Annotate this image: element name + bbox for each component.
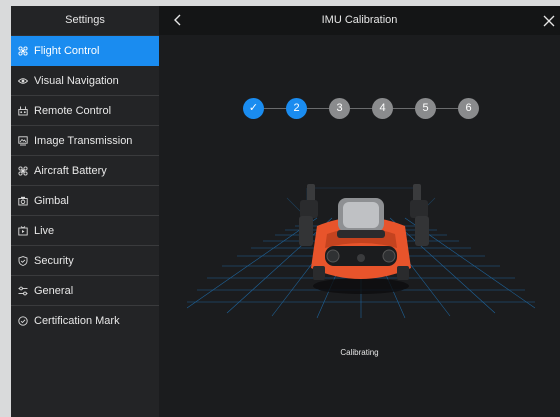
sidebar-item-certification-mark[interactable]: Certification Mark [11,306,159,335]
step-connector [350,108,372,109]
live-icon [18,225,28,236]
sidebar-item-gimbal[interactable]: Gimbal [11,186,159,216]
sidebar-item-label: Certification Mark [34,314,120,327]
drone-image [299,184,429,294]
battery-icon [18,165,28,176]
sidebar: Settings Flight Control Visual Navigatio… [11,6,159,417]
step-connector [393,108,415,109]
sidebar-item-image-transmission[interactable]: Image Transmission [11,126,159,156]
certification-icon [18,315,28,326]
eye-icon [18,76,28,86]
image-transmission-icon [18,135,28,146]
sidebar-item-flight-control[interactable]: Flight Control [11,36,159,66]
sidebar-item-label: Remote Control [34,104,112,117]
page-title: IMU Calibration [321,14,398,26]
step-2-current: 2 [286,98,307,119]
sidebar-item-general[interactable]: General [11,276,159,306]
sidebar-item-label: General [34,284,74,297]
step-1-done: ✓ [243,98,264,119]
step-3: 3 [329,98,350,119]
sidebar-item-remote-control[interactable]: Remote Control [11,96,159,126]
close-icon[interactable] [543,14,555,27]
calibration-stage [187,184,535,318]
sidebar-item-live[interactable]: Live [11,216,159,246]
step-indicator: ✓ 2 3 4 5 6 [243,98,483,119]
sliders-icon [18,286,28,296]
sidebar-item-label: Aircraft Battery [34,164,107,177]
step-5: 5 [415,98,436,119]
gimbal-icon [18,196,28,206]
sidebar-item-label: Live [34,224,55,237]
shield-icon [18,255,28,266]
step-connector [436,108,458,109]
sidebar-item-label: Visual Navigation [34,74,119,87]
sidebar-item-label: Flight Control [34,44,100,57]
sidebar-title: Settings [11,6,159,36]
app-window: Settings Flight Control Visual Navigatio… [11,6,560,417]
sidebar-item-label: Image Transmission [34,134,133,147]
step-6: 6 [458,98,479,119]
flight-control-icon [18,45,28,56]
step-4: 4 [372,98,393,119]
sidebar-item-visual-navigation[interactable]: Visual Navigation [11,66,159,96]
sidebar-item-security[interactable]: Security [11,246,159,276]
calibration-status: Calibrating [340,348,379,357]
sidebar-item-label: Gimbal [34,194,69,207]
step-connector [264,108,286,109]
step-connector [307,108,329,109]
header-bar: IMU Calibration [159,6,560,35]
sidebar-item-aircraft-battery[interactable]: Aircraft Battery [11,156,159,186]
sidebar-item-label: Security [34,254,74,267]
remote-control-icon [18,106,28,116]
main-panel: IMU Calibration ✓ 2 3 4 5 6 Calibrating [159,6,560,417]
